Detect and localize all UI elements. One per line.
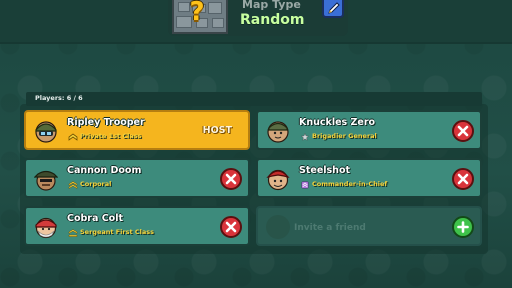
player-name: Ripley Trooper bbox=[67, 117, 145, 128]
player-rank: Commander-in-Chief bbox=[312, 180, 388, 188]
player-card[interactable]: Cannon Doom Corporal bbox=[24, 158, 250, 198]
player-rank: Brigadier General bbox=[312, 132, 377, 140]
player-card[interactable]: Steelshot Commander-in-Chief bbox=[256, 158, 482, 198]
kick-player-button[interactable] bbox=[452, 120, 474, 142]
host-badge: HOST bbox=[202, 125, 232, 136]
close-icon bbox=[225, 173, 237, 185]
soldier-avatar-icon bbox=[35, 217, 57, 239]
player-card-host[interactable]: Ripley Trooper Private 1st Class HOST bbox=[24, 110, 250, 150]
soldier-avatar-icon bbox=[266, 169, 290, 191]
private-rank-icon bbox=[68, 133, 78, 141]
kick-player-button[interactable] bbox=[220, 168, 242, 190]
map-type-value: Random bbox=[240, 12, 305, 28]
plus-icon bbox=[457, 221, 469, 233]
soldier-avatar-icon bbox=[267, 121, 289, 143]
player-rank: Sergeant First Class bbox=[80, 228, 154, 236]
close-icon bbox=[225, 221, 237, 233]
kick-player-button[interactable] bbox=[452, 168, 474, 190]
question-mark-icon: ? bbox=[189, 0, 205, 27]
player-name: Knuckles Zero bbox=[299, 117, 376, 128]
invite-friend-button[interactable] bbox=[452, 216, 474, 238]
commander-rank-icon bbox=[301, 181, 309, 189]
invite-slot[interactable]: Invite a friend bbox=[256, 206, 482, 246]
close-icon bbox=[457, 125, 469, 137]
player-name: Cannon Doom bbox=[67, 165, 142, 176]
player-name: Cobra Colt bbox=[67, 213, 123, 224]
pencil-icon bbox=[328, 2, 340, 14]
empty-avatar-placeholder bbox=[266, 215, 290, 239]
player-rank: Private 1st Class bbox=[80, 132, 142, 140]
soldier-avatar-icon bbox=[35, 121, 57, 143]
players-header bbox=[26, 92, 482, 106]
corporal-rank-icon bbox=[68, 181, 78, 189]
map-type-label: Map Type bbox=[242, 0, 301, 11]
invite-friend-label: Invite a friend bbox=[294, 223, 366, 233]
player-rank: Corporal bbox=[80, 180, 112, 188]
player-card[interactable]: Cobra Colt Sergeant First Class bbox=[24, 206, 250, 246]
sergeant-rank-icon bbox=[68, 229, 78, 237]
player-card[interactable]: Knuckles Zero Brigadier General bbox=[256, 110, 482, 150]
edit-map-button[interactable] bbox=[322, 0, 344, 18]
player-name: Steelshot bbox=[299, 165, 351, 176]
kick-player-button[interactable] bbox=[220, 216, 242, 238]
close-icon bbox=[457, 173, 469, 185]
players-count: Players: 6 / 6 bbox=[35, 94, 83, 102]
soldier-avatar-icon bbox=[34, 170, 58, 191]
star-rank-icon bbox=[300, 133, 310, 141]
